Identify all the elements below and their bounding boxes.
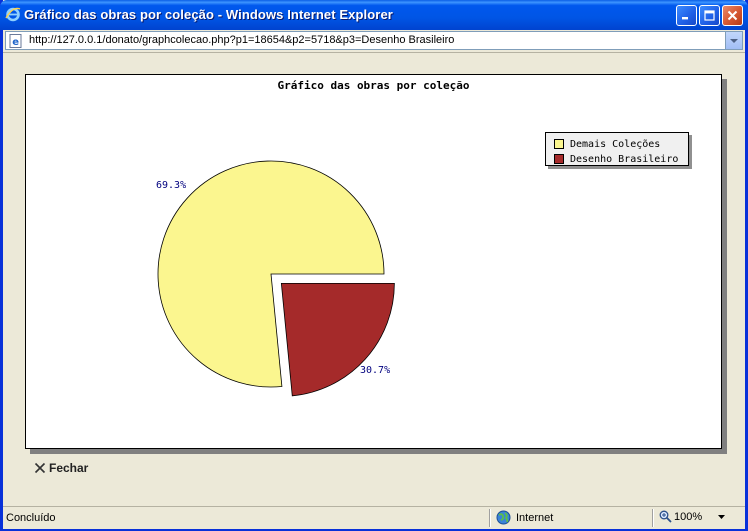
- minimize-button[interactable]: [676, 5, 697, 26]
- page-ie-icon: e: [9, 34, 22, 48]
- maximize-button[interactable]: [699, 5, 720, 26]
- chart-legend: Demais Coleções Desenho Brasileiro: [545, 132, 689, 166]
- legend-label: Demais Coleções: [570, 138, 661, 150]
- close-icon: [727, 10, 738, 21]
- status-text: Concluído: [6, 512, 56, 524]
- zoom-dropdown-icon[interactable]: [718, 515, 725, 519]
- maximize-icon: [704, 10, 715, 21]
- chevron-down-icon: [730, 38, 738, 43]
- magnifier-icon: [659, 510, 672, 523]
- zoom-control[interactable]: 100%: [659, 510, 702, 523]
- browser-window: Gráfico das obras por coleção - Windows …: [0, 0, 748, 531]
- pie-slice: [280, 283, 395, 397]
- chart-panel: Gráfico das obras por coleção 69.3% 30.7…: [25, 74, 722, 449]
- status-divider: [652, 509, 654, 527]
- legend-label: Desenho Brasileiro: [570, 153, 679, 165]
- zoom-level: 100%: [674, 510, 703, 523]
- svg-text:e: e: [12, 37, 19, 48]
- legend-swatch: [554, 154, 564, 164]
- ie-logo-icon: [5, 7, 21, 22]
- url-text[interactable]: http://127.0.0.1/donato/graphcolecao.php…: [29, 34, 454, 46]
- close-link-label[interactable]: Fechar: [49, 461, 88, 475]
- legend-swatch: [554, 139, 564, 149]
- title-bar[interactable]: Gráfico das obras por coleção - Windows …: [0, 0, 748, 30]
- address-field[interactable]: e http://127.0.0.1/donato/graphcolecao.p…: [5, 31, 743, 50]
- legend-item: Demais Coleções: [554, 137, 660, 151]
- security-zone[interactable]: Internet: [496, 510, 553, 525]
- address-bar: e http://127.0.0.1/donato/graphcolecao.p…: [3, 30, 745, 53]
- zone-label: Internet: [516, 511, 554, 524]
- page-content: Gráfico das obras por coleção 69.3% 30.7…: [3, 53, 745, 504]
- globe-icon: [496, 510, 511, 525]
- slice-percent-label: 69.3%: [156, 180, 187, 191]
- address-dropdown-button[interactable]: [725, 32, 742, 49]
- close-x-icon: [34, 462, 46, 474]
- slice-percent-label: 30.7%: [360, 365, 391, 376]
- close-window-button[interactable]: [722, 5, 743, 26]
- window-title: Gráfico das obras por coleção - Windows …: [24, 7, 393, 22]
- minimize-icon: [682, 17, 688, 20]
- status-bar: Concluído Internet 100%: [3, 506, 745, 529]
- pie-chart: [157, 160, 395, 397]
- status-divider: [489, 509, 491, 527]
- close-link[interactable]: Fechar: [34, 461, 88, 475]
- legend-item: Desenho Brasileiro: [554, 152, 678, 166]
